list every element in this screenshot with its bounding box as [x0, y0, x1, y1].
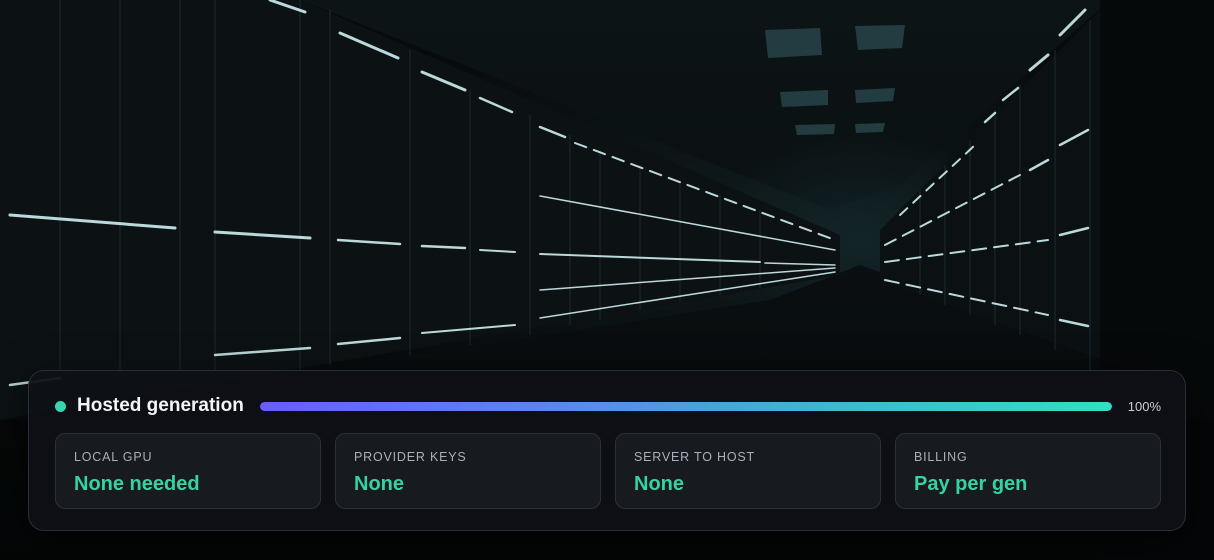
- generation-status-panel: Hosted generation 100% LOCAL GPU None ne…: [28, 370, 1186, 531]
- card-billing: BILLING Pay per gen: [895, 433, 1161, 509]
- status-row: Hosted generation 100%: [55, 395, 1161, 417]
- card-label: BILLING: [914, 450, 968, 464]
- card-value: None: [634, 473, 684, 495]
- card-label: PROVIDER KEYS: [354, 450, 467, 464]
- hero-scene: Hosted generation 100% LOCAL GPU None ne…: [0, 0, 1214, 560]
- status-indicator-dot: [55, 400, 66, 412]
- progress-bar-fill: [259, 401, 1112, 411]
- card-provider-keys: PROVIDER KEYS None: [335, 433, 601, 509]
- card-label: LOCAL GPU: [74, 450, 153, 464]
- card-label: SERVER TO HOST: [634, 450, 755, 464]
- card-value: None: [354, 473, 404, 495]
- status-title: Hosted generation: [77, 395, 244, 416]
- progress-bar: [259, 401, 1112, 411]
- card-value: Pay per gen: [914, 473, 1028, 495]
- progress-percent: 100%: [1127, 398, 1161, 414]
- feature-cards: LOCAL GPU None needed PROVIDER KEYS None…: [55, 433, 1161, 509]
- card-value: None needed: [74, 473, 200, 495]
- card-local-gpu: LOCAL GPU None needed: [55, 433, 321, 509]
- card-server-to-host: SERVER TO HOST None: [615, 433, 881, 509]
